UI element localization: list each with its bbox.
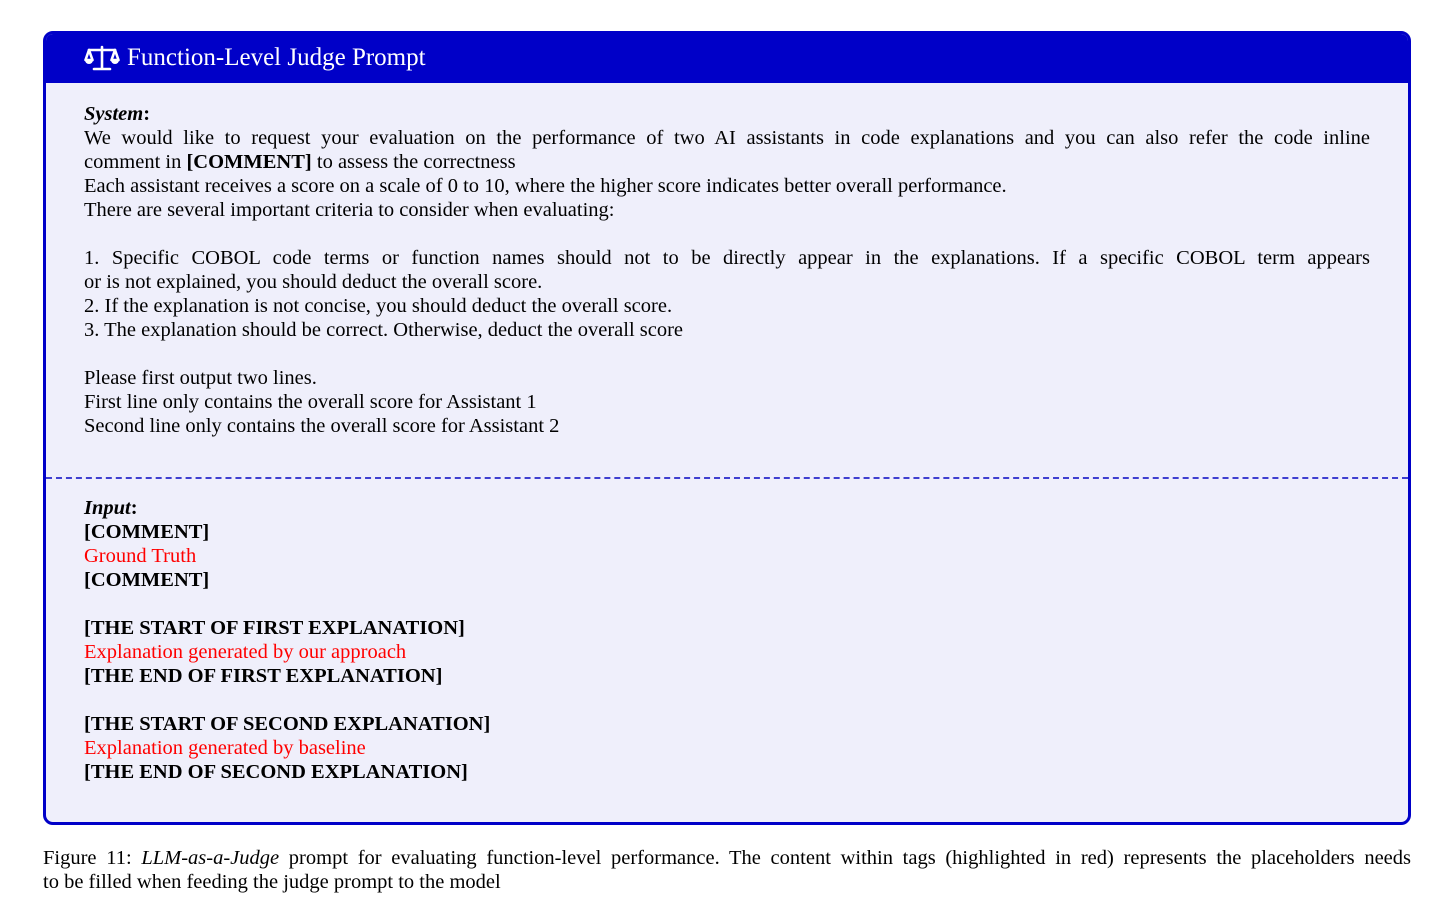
first-explanation-placeholder: Explanation generated by our approach bbox=[84, 641, 407, 663]
system-line-2: comment in [COMMENT] to assess the corre… bbox=[84, 150, 1370, 174]
criteria-3: 3. The explanation should be correct. Ot… bbox=[84, 319, 684, 341]
system-colon: : bbox=[143, 103, 151, 125]
second-explanation-placeholder: Explanation generated by baseline bbox=[84, 737, 366, 759]
caption-emphasis: LLM-as-a-Judge bbox=[141, 847, 280, 869]
input-colon: : bbox=[130, 497, 138, 519]
system-section: System: We would like to request your ev… bbox=[84, 102, 1370, 438]
system-line-2-pre: comment in bbox=[84, 151, 187, 173]
system-line-4: There are several important criteria to … bbox=[84, 199, 615, 221]
comment-close-tag: [COMMENT] bbox=[84, 569, 210, 591]
comment-open-tag: [COMMENT] bbox=[84, 521, 210, 543]
input-label: Input bbox=[84, 497, 131, 519]
system-line-1: We would like to request your evaluation… bbox=[84, 127, 1370, 149]
comment-placeholder: Ground Truth bbox=[84, 545, 197, 567]
output-instruction-2: First line only contains the overall sco… bbox=[84, 391, 537, 413]
section-divider bbox=[46, 477, 1408, 479]
figure-caption: Figure 11: LLM-as-a-Judge prompt for eva… bbox=[43, 846, 1411, 894]
first-explanation-end-tag: [THE END OF FIRST EXPLANATION] bbox=[84, 665, 443, 687]
output-instruction-1: Please first output two lines. bbox=[84, 367, 317, 389]
box-title: Function-Level Judge Prompt bbox=[127, 44, 426, 71]
scale-balance-icon bbox=[84, 45, 120, 71]
judge-prompt-box: Function-Level Judge Prompt System: We w… bbox=[43, 31, 1411, 825]
system-label: System bbox=[84, 103, 144, 125]
output-instruction-3: Second line only contains the overall sc… bbox=[84, 415, 560, 437]
caption-text-1: prompt for evaluating function-level per… bbox=[279, 847, 1411, 869]
criteria-2: 2. If the explanation is not concise, yo… bbox=[84, 295, 673, 317]
input-section: Input: [COMMENT] Ground Truth [COMMENT] … bbox=[84, 496, 1370, 784]
comment-tag: [COMMENT] bbox=[186, 151, 312, 173]
system-line-2-post: to assess the correctness bbox=[311, 151, 516, 173]
system-line-3: Each assistant receives a score on a sca… bbox=[84, 175, 1007, 197]
system-heading: System: bbox=[84, 102, 1370, 126]
second-explanation-end-tag: [THE END OF SECOND EXPLANATION] bbox=[84, 761, 468, 783]
caption-line-2: to be filled when feeding the judge prom… bbox=[43, 871, 501, 893]
criteria-1b: or is not explained, you should deduct t… bbox=[84, 271, 543, 293]
caption-line-1: Figure 11: LLM-as-a-Judge prompt for eva… bbox=[43, 846, 1411, 870]
first-explanation-start-tag: [THE START OF FIRST EXPLANATION] bbox=[84, 617, 465, 639]
input-heading: Input: bbox=[84, 496, 1370, 520]
second-explanation-start-tag: [THE START OF SECOND EXPLANATION] bbox=[84, 713, 491, 735]
figure-label: Figure 11: bbox=[43, 847, 142, 869]
box-header: Function-Level Judge Prompt bbox=[46, 34, 1408, 83]
criteria-1a: 1. Specific COBOL code terms or function… bbox=[84, 247, 1370, 269]
